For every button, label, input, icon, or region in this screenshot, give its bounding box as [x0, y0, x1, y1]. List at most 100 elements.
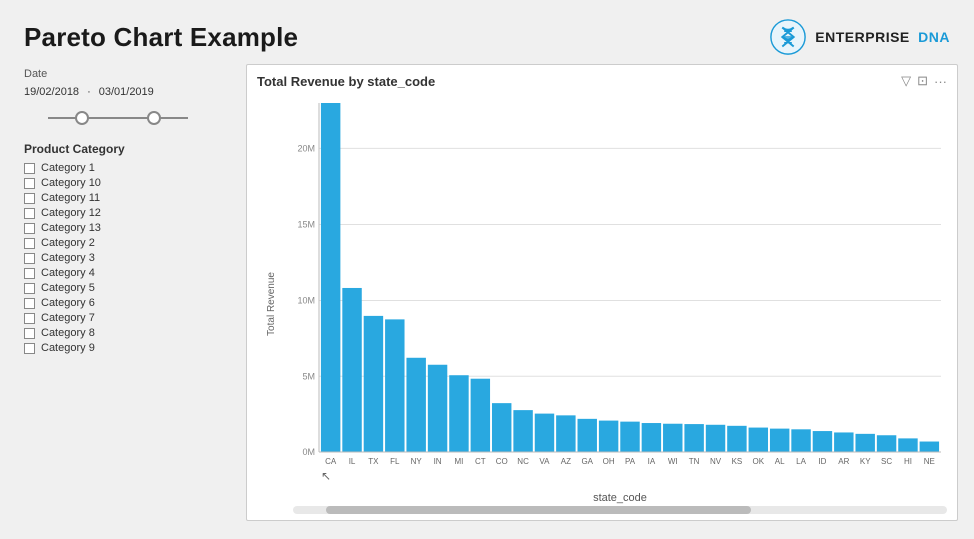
svg-text:MI: MI	[455, 457, 464, 466]
x-axis-label: state_code	[289, 492, 951, 504]
chart-area: Total Revenue 0M5M10M15M20MCAILTXFLNYINM…	[253, 93, 951, 514]
category-checkbox[interactable]	[24, 268, 35, 279]
category-label: Category 10	[41, 177, 101, 189]
svg-text:AR: AR	[838, 457, 849, 466]
svg-text:NE: NE	[924, 457, 935, 466]
svg-text:GA: GA	[581, 457, 593, 466]
category-title: Product Category	[24, 142, 228, 156]
svg-text:LA: LA	[796, 457, 806, 466]
svg-text:CT: CT	[475, 457, 486, 466]
svg-text:FL: FL	[390, 457, 400, 466]
chart-title: Total Revenue by state_code	[257, 74, 435, 89]
category-label: Category 2	[41, 237, 95, 249]
category-item[interactable]: Category 13	[24, 222, 228, 234]
logo-text-enterprise: ENTERPRISE	[815, 29, 909, 45]
chart-scrollbar[interactable]	[293, 506, 947, 514]
svg-text:WI: WI	[668, 457, 678, 466]
category-label: Category 11	[41, 192, 100, 204]
category-label: Category 6	[41, 297, 95, 309]
svg-text:AZ: AZ	[561, 457, 571, 466]
category-item[interactable]: Category 7	[24, 312, 228, 324]
category-checkbox[interactable]	[24, 283, 35, 294]
svg-text:NV: NV	[710, 457, 722, 466]
scrollbar-thumb[interactable]	[326, 506, 751, 514]
date-label: Date	[24, 68, 228, 80]
main-content: Date 19/02/2018 · 03/01/2019 Product Cat…	[0, 64, 974, 531]
category-label: Category 8	[41, 327, 95, 339]
category-label: Category 4	[41, 267, 95, 279]
category-checkbox[interactable]	[24, 298, 35, 309]
category-item[interactable]: Category 12	[24, 207, 228, 219]
category-checkbox[interactable]	[24, 313, 35, 324]
category-checkbox[interactable]	[24, 328, 35, 339]
category-item[interactable]: Category 8	[24, 327, 228, 339]
slider-thumb-right[interactable]	[147, 111, 161, 125]
svg-text:PA: PA	[625, 457, 636, 466]
slider-track	[48, 117, 188, 119]
slider-thumb-left[interactable]	[75, 111, 89, 125]
svg-text:↖: ↖	[321, 469, 331, 483]
svg-text:0M: 0M	[302, 447, 315, 457]
chart-svg: 0M5M10M15M20MCAILTXFLNYINMICTCONCVAAZGAO…	[289, 93, 951, 490]
svg-text:CA: CA	[325, 457, 337, 466]
category-item[interactable]: Category 2	[24, 237, 228, 249]
svg-text:OK: OK	[753, 457, 765, 466]
date-separator: ·	[87, 86, 91, 98]
category-checkbox[interactable]	[24, 208, 35, 219]
category-item[interactable]: Category 11	[24, 192, 228, 204]
category-list: Category 1 Category 10 Category 11 Category…	[24, 162, 228, 354]
svg-text:AL: AL	[775, 457, 785, 466]
category-checkbox[interactable]	[24, 343, 35, 354]
category-item[interactable]: Category 1	[24, 162, 228, 174]
date-end: 03/01/2019	[99, 86, 154, 98]
category-label: Category 13	[41, 222, 101, 234]
chart-header: Total Revenue by state_code ▽ ⊡ ···	[253, 73, 951, 89]
chart-panel: Total Revenue by state_code ▽ ⊡ ··· Tota…	[246, 64, 958, 521]
svg-text:IL: IL	[349, 457, 356, 466]
svg-text:NY: NY	[411, 457, 423, 466]
logo-text: ENTERPRISE DNA	[815, 29, 950, 45]
filter-icon[interactable]: ▽	[901, 73, 911, 89]
logo-area: ENTERPRISE DNA	[769, 18, 950, 56]
svg-text:CO: CO	[496, 457, 508, 466]
category-item[interactable]: Category 4	[24, 267, 228, 279]
y-axis-label: Total Revenue	[266, 272, 277, 336]
category-checkbox[interactable]	[24, 253, 35, 264]
page-title: Pareto Chart Example	[24, 22, 298, 53]
category-item[interactable]: Category 10	[24, 177, 228, 189]
category-checkbox[interactable]	[24, 223, 35, 234]
category-checkbox[interactable]	[24, 163, 35, 174]
more-icon[interactable]: ···	[934, 74, 947, 89]
svg-text:HI: HI	[904, 457, 912, 466]
category-item[interactable]: Category 9	[24, 342, 228, 354]
category-checkbox[interactable]	[24, 193, 35, 204]
category-checkbox[interactable]	[24, 178, 35, 189]
category-item[interactable]: Category 3	[24, 252, 228, 264]
dna-icon	[769, 18, 807, 56]
category-item[interactable]: Category 6	[24, 297, 228, 309]
date-start: 19/02/2018	[24, 86, 79, 98]
svg-text:TN: TN	[689, 457, 700, 466]
svg-text:15M: 15M	[297, 219, 315, 229]
svg-text:5M: 5M	[302, 371, 315, 381]
page: Pareto Chart Example ENTERPRISE DNA Date	[0, 0, 974, 539]
svg-text:OH: OH	[603, 457, 615, 466]
y-axis-area: Total Revenue	[253, 93, 289, 514]
chart-svg-container: 0M5M10M15M20MCAILTXFLNYINMICTCONCVAAZGAO…	[289, 93, 951, 514]
svg-text:IA: IA	[648, 457, 656, 466]
logo-text-dna: DNA	[918, 29, 950, 45]
date-range: 19/02/2018 · 03/01/2019	[24, 86, 228, 98]
svg-text:KS: KS	[732, 457, 743, 466]
svg-text:20M: 20M	[297, 143, 315, 153]
left-panel: Date 19/02/2018 · 03/01/2019 Product Cat…	[16, 64, 236, 521]
category-label: Category 7	[41, 312, 95, 324]
category-checkbox[interactable]	[24, 238, 35, 249]
expand-icon[interactable]: ⊡	[917, 73, 928, 89]
date-slider[interactable]	[28, 106, 208, 130]
svg-text:IN: IN	[434, 457, 442, 466]
svg-text:VA: VA	[539, 457, 550, 466]
category-label: Category 3	[41, 252, 95, 264]
svg-text:TX: TX	[368, 457, 379, 466]
category-item[interactable]: Category 5	[24, 282, 228, 294]
header: Pareto Chart Example ENTERPRISE DNA	[0, 0, 974, 64]
